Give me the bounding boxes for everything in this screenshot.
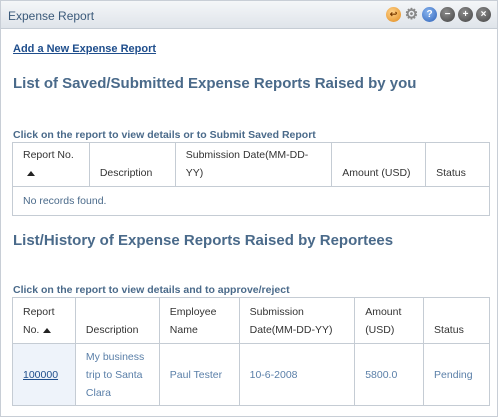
saved-reports-heading: List of Saved/Submitted Expense Reports …	[13, 75, 417, 92]
sort-ascending-icon[interactable]	[27, 170, 35, 176]
col-submission-date[interactable]: Submission Date(MM-DD-YY)	[238, 297, 356, 344]
portlet-titlebar: Expense Report ↩ ⚙ ? − + ×	[1, 1, 497, 29]
reportee-reports-heading: List/History of Expense Reports Raised b…	[13, 232, 394, 249]
saved-reports-table: Report No. Description Submission Date(M…	[12, 142, 490, 216]
col-amount[interactable]: Amount (USD)	[331, 142, 427, 187]
add-expense-report-link[interactable]: Add a New Expense Report	[13, 43, 156, 55]
reportee-reports-table: Report No. Description Employee Name Sub…	[12, 297, 490, 406]
maximize-icon[interactable]: +	[458, 7, 473, 22]
status-cell: Pending	[423, 343, 490, 406]
col-amount[interactable]: Amount (USD)	[354, 297, 425, 344]
help-icon[interactable]: ?	[422, 7, 437, 22]
col-status[interactable]: Status	[423, 297, 490, 344]
return-icon[interactable]: ↩	[386, 7, 401, 22]
date-cell: 10-6-2008	[238, 343, 356, 406]
col-status[interactable]: Status	[425, 142, 490, 187]
col-description[interactable]: Description	[74, 297, 160, 344]
saved-reports-instruction: Click on the report to view details or t…	[13, 129, 316, 141]
minimize-icon[interactable]: −	[440, 7, 455, 22]
table-header-row: Report No. Description Employee Name Sub…	[12, 297, 490, 344]
empty-row: No records found.	[12, 186, 490, 216]
gear-icon[interactable]: ⚙	[404, 7, 419, 22]
amount-cell: 5800.0	[354, 343, 425, 406]
col-description[interactable]: Description	[88, 142, 176, 187]
window-controls: ↩ ⚙ ? − + ×	[386, 7, 491, 22]
reportee-reports-instruction: Click on the report to view details and …	[13, 284, 290, 296]
col-employee-name[interactable]: Employee Name	[158, 297, 240, 344]
empty-message: No records found.	[12, 186, 490, 216]
col-report-no[interactable]: Report No.	[12, 142, 90, 187]
description-cell: My business trip to Santa Clara	[74, 343, 160, 406]
report-number-cell: 100000	[12, 343, 76, 406]
expense-report-portlet: Expense Report ↩ ⚙ ? − + × Add a New Exp…	[0, 0, 498, 417]
col-report-no[interactable]: Report No.	[12, 297, 76, 344]
table-row[interactable]: 100000 My business trip to Santa Clara P…	[12, 343, 490, 406]
report-number-link[interactable]: 100000	[23, 369, 58, 381]
sort-ascending-icon[interactable]	[43, 327, 52, 333]
employee-cell: Paul Tester	[158, 343, 240, 406]
close-icon[interactable]: ×	[476, 7, 491, 22]
col-submission-date[interactable]: Submission Date(MM-DD-YY)	[174, 142, 333, 187]
portlet-title: Expense Report	[8, 9, 95, 23]
table-header-row: Report No. Description Submission Date(M…	[12, 142, 490, 187]
